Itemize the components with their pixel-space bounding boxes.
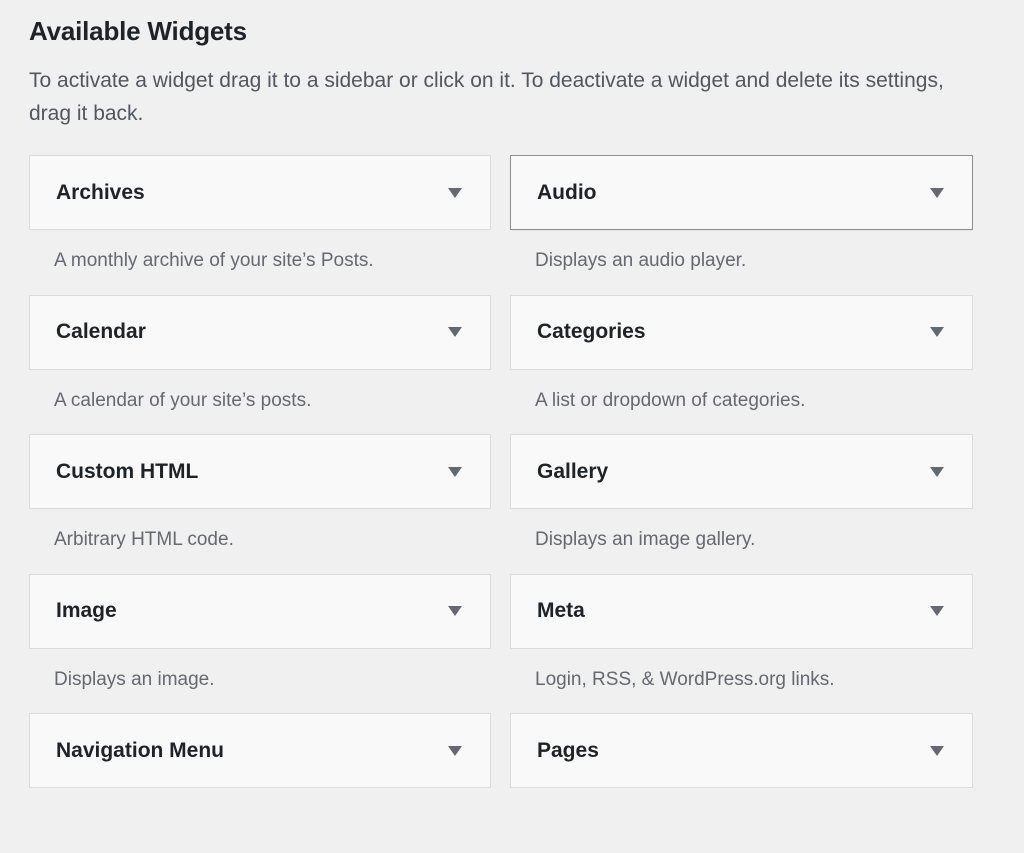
widget-title: Image: [56, 599, 117, 622]
widget-categories: Categories A list or dropdown of categor…: [510, 294, 973, 435]
arrow-down-icon[interactable]: [448, 745, 462, 756]
arrow-down-icon[interactable]: [448, 327, 462, 337]
widget-handle[interactable]: Categories: [510, 294, 973, 370]
widget-title: Gallery: [537, 459, 609, 483]
widget-description: Login, RSS, & WordPress.org links.: [535, 668, 835, 690]
widget-handle[interactable]: Calendar: [29, 294, 491, 370]
widget-title: Navigation Menu: [56, 738, 225, 762]
widget-handle[interactable]: Archives: [29, 155, 491, 230]
widget-handle[interactable]: Pages: [510, 713, 973, 788]
arrow-down-icon[interactable]: [448, 606, 462, 616]
widget-description: Displays an audio player.: [535, 250, 747, 271]
widget-title: Meta: [537, 599, 585, 622]
widget-title: Archives: [56, 180, 145, 204]
widget-handle[interactable]: Meta: [510, 573, 973, 649]
widget-title: Pages: [537, 738, 599, 762]
widget-list: Archives A monthly archive of your site’…: [29, 155, 973, 853]
widget-description: Arbitrary HTML code.: [54, 529, 234, 550]
widget-gallery: Gallery Displays an image gallery.: [510, 434, 973, 574]
widget-navigation-menu: Navigation Menu: [29, 713, 491, 853]
widget-handle[interactable]: Image: [29, 573, 491, 649]
widget-description: Displays an image.: [54, 668, 215, 690]
page-title: Available Widgets: [29, 16, 247, 46]
widget-pages: Pages: [510, 713, 973, 853]
widget-description: A monthly archive of your site’s Posts.: [54, 250, 374, 271]
widget-title: Audio: [537, 180, 597, 204]
arrow-down-icon[interactable]: [930, 745, 944, 756]
arrow-down-icon[interactable]: [930, 606, 944, 616]
widget-handle[interactable]: Audio: [510, 155, 973, 230]
arrow-down-icon[interactable]: [930, 187, 944, 198]
arrow-down-icon[interactable]: [448, 187, 462, 198]
widget-image: Image Displays an image.: [29, 573, 491, 714]
widget-title: Custom HTML: [56, 459, 199, 483]
widget-title: Calendar: [56, 320, 146, 343]
widget-handle[interactable]: Navigation Menu: [29, 713, 491, 788]
widget-handle[interactable]: Gallery: [510, 434, 973, 509]
widget-archives: Archives A monthly archive of your site’…: [29, 155, 491, 295]
widget-meta: Meta Login, RSS, & WordPress.org links.: [510, 573, 973, 714]
widgets-description: To activate a widget drag it to a sideba…: [29, 69, 944, 125]
widget-description: A list or dropdown of categories.: [535, 389, 806, 411]
widget-calendar: Calendar A calendar of your site’s posts…: [29, 294, 491, 435]
arrow-down-icon[interactable]: [448, 466, 462, 477]
widget-audio: Audio Displays an audio player.: [510, 155, 973, 295]
arrow-down-icon[interactable]: [930, 466, 944, 477]
widget-description: Displays an image gallery.: [535, 529, 756, 550]
widget-title: Categories: [537, 320, 646, 343]
widget-custom-html: Custom HTML Arbitrary HTML code.: [29, 434, 491, 574]
widget-handle[interactable]: Custom HTML: [29, 434, 491, 509]
widget-description: A calendar of your site’s posts.: [54, 389, 312, 411]
arrow-down-icon[interactable]: [930, 327, 944, 337]
